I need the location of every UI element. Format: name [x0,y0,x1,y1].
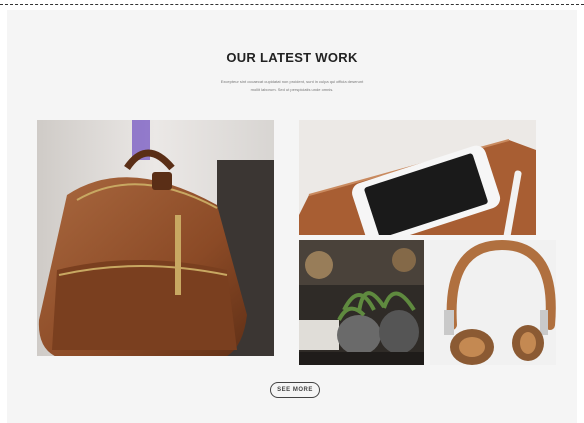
headphones-image [430,240,556,365]
gallery-item-plants[interactable] [299,240,424,365]
section-subtitle: Excepteur sint occaecat cupidatat non pr… [192,78,392,94]
gallery-item-backpack[interactable] [37,120,274,356]
gallery-item-tablet[interactable] [299,120,536,235]
gallery-item-headphones[interactable] [430,240,556,365]
see-more-button[interactable]: SEE MORE [270,382,320,398]
subtitle-line-1: Excepteur sint occaecat cupidatat non pr… [220,79,364,84]
plants-image [299,240,424,365]
top-dashed-border [0,4,584,5]
subtitle-line-2: mollit laborum. Sed ut perspiciatis unde… [250,87,334,92]
backpack-image [37,120,274,356]
tablet-image [299,120,536,235]
section-title: OUR LATEST WORK [226,50,358,65]
